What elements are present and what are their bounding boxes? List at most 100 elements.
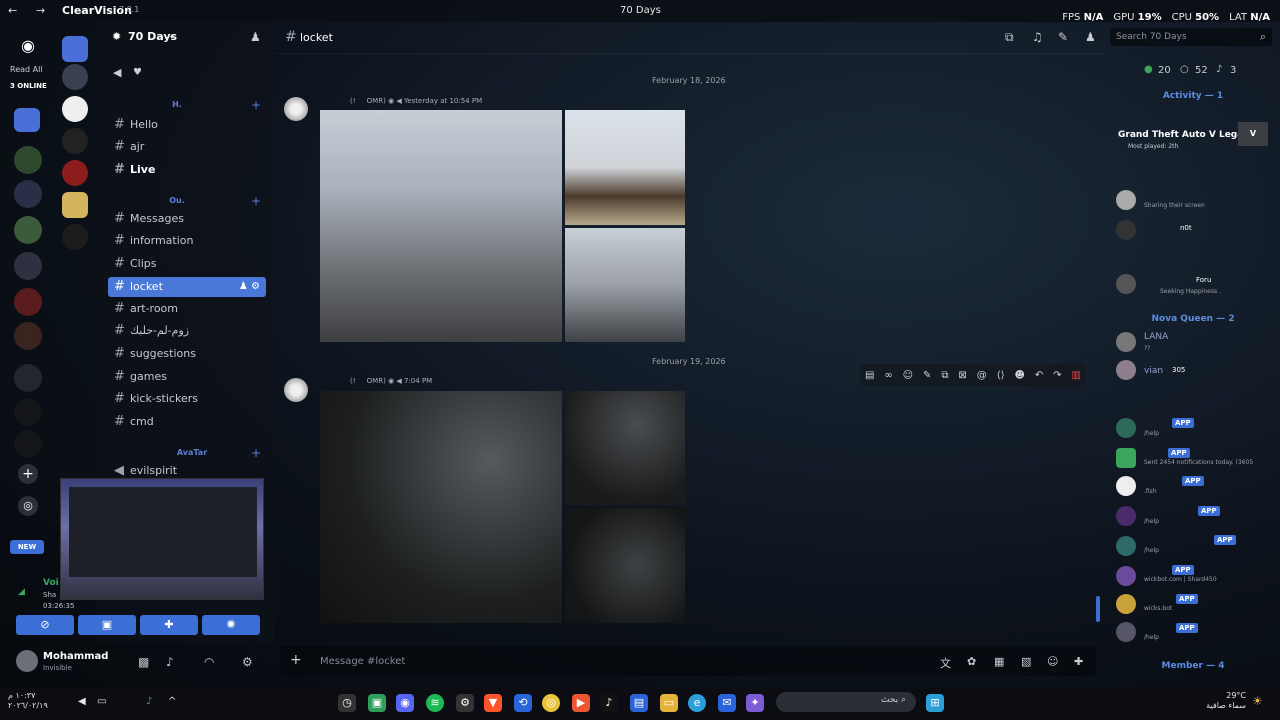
attachment-image[interactable] bbox=[565, 228, 685, 342]
taskbar-app-icon[interactable]: ▣ bbox=[368, 694, 386, 712]
chrome-icon[interactable]: ◎ bbox=[542, 694, 560, 712]
channel-cmd[interactable]: # cmd bbox=[108, 412, 266, 432]
discord-taskbar-icon[interactable]: ◉ bbox=[396, 694, 414, 712]
forward-arrow-icon[interactable]: → bbox=[36, 4, 45, 17]
store-icon[interactable]: ▤ bbox=[630, 694, 648, 712]
channel-ajr[interactable]: # ajr bbox=[108, 137, 266, 157]
mic-tray-icon[interactable]: ♪ bbox=[146, 696, 152, 707]
member-name[interactable]: vian bbox=[1144, 366, 1163, 376]
dm-avatar[interactable] bbox=[62, 192, 88, 218]
attach-plus-icon[interactable]: + bbox=[290, 652, 302, 668]
threads-icon[interactable]: ⧉ bbox=[1005, 30, 1014, 45]
channel-zoom[interactable]: # زوم-لم-حلبك bbox=[108, 321, 266, 341]
bot-avatar[interactable] bbox=[1116, 622, 1136, 642]
attachment-image[interactable] bbox=[565, 110, 685, 225]
member-list-icon[interactable]: ♟ bbox=[1085, 30, 1096, 44]
folder-icon[interactable] bbox=[14, 108, 40, 132]
link-icon[interactable]: ∞ bbox=[884, 370, 892, 381]
member-avatar[interactable] bbox=[1116, 220, 1136, 240]
category-ou[interactable]: Ou. bbox=[112, 196, 242, 205]
gamepad-icon[interactable]: ▩ bbox=[138, 655, 149, 669]
channel-locket[interactable]: # locket ♟ ⚙ bbox=[108, 277, 266, 297]
apps-icon[interactable]: ✚ bbox=[1074, 655, 1083, 668]
server-icon[interactable] bbox=[14, 146, 42, 174]
message-input[interactable] bbox=[320, 651, 880, 671]
pin-icon[interactable]: ✎ bbox=[1058, 30, 1068, 44]
tiktok-icon[interactable]: ♪ bbox=[600, 694, 618, 712]
add-channel-icon[interactable]: + bbox=[251, 446, 261, 460]
channel-kick-stickers[interactable]: # kick-stickers bbox=[108, 389, 266, 409]
soundboard-button[interactable]: ✺ bbox=[202, 615, 260, 635]
gift-icon[interactable]: ✿ bbox=[967, 655, 976, 668]
spotify-icon[interactable]: ≋ bbox=[426, 694, 444, 712]
new-badge[interactable]: NEW bbox=[10, 540, 44, 554]
server-icon[interactable] bbox=[14, 398, 42, 426]
member-avatar[interactable] bbox=[1116, 332, 1136, 352]
bot-avatar[interactable] bbox=[1116, 506, 1136, 526]
game-title[interactable]: Grand Theft Auto V Legacy bbox=[1118, 130, 1255, 140]
outlook-icon[interactable]: ✉ bbox=[718, 694, 736, 712]
copilot-icon[interactable]: ✦ bbox=[746, 694, 764, 712]
settings-gear-icon[interactable]: ⚙ bbox=[242, 655, 253, 669]
server-icon[interactable] bbox=[14, 364, 42, 392]
chevron-down-icon[interactable]: ⌄ bbox=[168, 31, 176, 41]
channel-games[interactable]: # games bbox=[108, 367, 266, 387]
channel-information[interactable]: # information bbox=[108, 231, 266, 251]
attachment-image[interactable] bbox=[565, 508, 685, 623]
channel-live[interactable]: # Live bbox=[108, 160, 266, 180]
dm-folder-icon[interactable] bbox=[62, 36, 88, 62]
bot-avatar[interactable] bbox=[1116, 566, 1136, 586]
discord-home-icon[interactable]: ◉ bbox=[12, 36, 44, 56]
dm-avatar[interactable] bbox=[62, 160, 88, 186]
user-name[interactable]: Mohammad bbox=[43, 651, 108, 662]
member-avatar[interactable] bbox=[1116, 190, 1136, 210]
screen-share-button[interactable]: ▣ bbox=[78, 615, 136, 635]
dm-avatar[interactable] bbox=[62, 224, 88, 250]
search-input[interactable]: Search 70 Days ⌕ bbox=[1110, 28, 1272, 46]
taskbar-app-icon[interactable]: ◷ bbox=[338, 694, 356, 712]
settings-icon[interactable]: ⚙ bbox=[456, 694, 474, 712]
channel-hello[interactable]: # Hello bbox=[108, 115, 266, 135]
folder-icon[interactable]: ▭ bbox=[660, 694, 678, 712]
server-icon[interactable] bbox=[14, 322, 42, 350]
user-avatar[interactable] bbox=[16, 650, 38, 672]
attachment-image[interactable] bbox=[320, 110, 562, 342]
back-arrow-icon[interactable]: ← bbox=[8, 4, 17, 17]
code-icon[interactable]: ⟨⟩ bbox=[997, 370, 1005, 381]
category-h[interactable]: H. bbox=[112, 100, 242, 109]
bot-avatar[interactable] bbox=[1116, 536, 1136, 556]
reply-icon[interactable]: ↶ bbox=[1035, 370, 1043, 381]
activities-button[interactable]: ✚ bbox=[140, 615, 198, 635]
hide-icon[interactable]: ⊠ bbox=[958, 370, 966, 381]
channel-art-room[interactable]: # art-room bbox=[108, 299, 266, 319]
member-avatar[interactable] bbox=[1116, 274, 1136, 294]
dm-avatar[interactable] bbox=[62, 96, 88, 122]
reaction-icon[interactable]: ☺ bbox=[903, 370, 913, 381]
brave-icon[interactable]: ▼ bbox=[484, 694, 502, 712]
server-icon[interactable] bbox=[14, 180, 42, 208]
channel-suggestions[interactable]: # suggestions bbox=[108, 344, 266, 364]
network-icon[interactable]: ▭ bbox=[97, 696, 106, 707]
bot-avatar[interactable] bbox=[1116, 594, 1136, 614]
forward-icon[interactable]: ↷ bbox=[1053, 370, 1061, 381]
add-channel-icon[interactable]: + bbox=[251, 194, 261, 208]
taskbar-weather[interactable]: 29°C سماء صافية bbox=[1206, 691, 1246, 711]
youtube-icon[interactable]: ▶ bbox=[572, 694, 590, 712]
member-list-scrollbar[interactable] bbox=[1096, 596, 1100, 622]
windows-start-icon[interactable]: ⊞ bbox=[926, 694, 944, 712]
dm-avatar[interactable] bbox=[62, 128, 88, 154]
headphones-icon[interactable]: ◠ bbox=[204, 655, 214, 669]
edge-icon[interactable]: e bbox=[688, 694, 706, 712]
trash-icon[interactable]: ▥ bbox=[1071, 370, 1080, 381]
taskbar-clock[interactable]: ١٠:٣٧ م ٢٠٢٦/٠٢/١٩ bbox=[8, 691, 48, 711]
bot-avatar[interactable] bbox=[1116, 476, 1136, 496]
bot-avatar[interactable] bbox=[1116, 448, 1136, 468]
volume-icon[interactable]: ◀ bbox=[78, 696, 86, 707]
stream-preview[interactable] bbox=[60, 478, 264, 600]
message-avatar[interactable] bbox=[284, 378, 308, 402]
thread-icon[interactable]: ⧉ bbox=[941, 370, 948, 381]
attachment-image[interactable] bbox=[320, 391, 562, 623]
sticker-icon[interactable]: ▧ bbox=[1021, 655, 1031, 668]
translate-icon[interactable]: 文 bbox=[940, 655, 951, 671]
camera-off-button[interactable]: ⊘ bbox=[16, 615, 74, 635]
